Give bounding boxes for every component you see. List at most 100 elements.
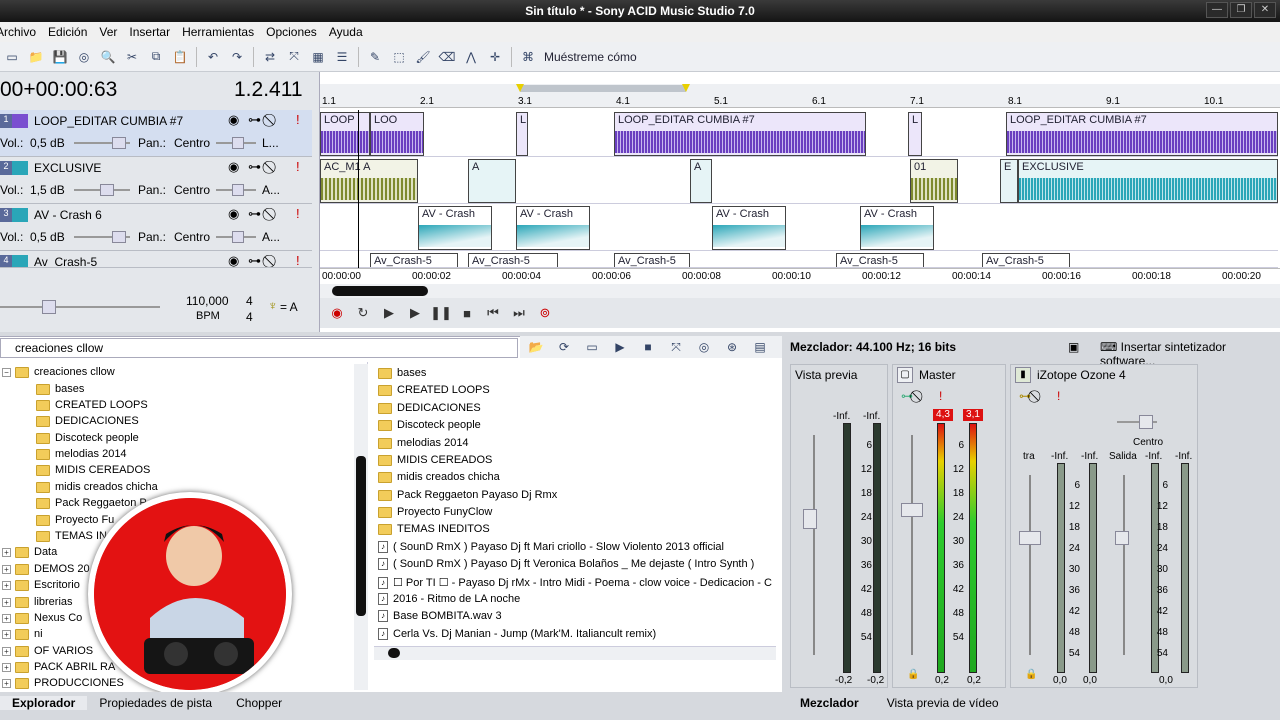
event-clip[interactable]: A <box>690 159 712 203</box>
time-signature-top[interactable]: 4 <box>246 294 253 308</box>
expand-icon[interactable]: + <box>2 547 11 557</box>
event-clip[interactable]: AV - Crash <box>418 206 492 250</box>
tree-item[interactable]: Discoteck people <box>36 432 139 444</box>
tree-item[interactable]: MIDIS CEREADOS <box>36 464 150 476</box>
list-item[interactable]: Discoteck people <box>378 419 481 431</box>
event-clip[interactable]: Av_Crash-5 <box>982 253 1070 267</box>
tree-item[interactable]: melodias 2014 <box>36 448 127 460</box>
event-clip[interactable]: Av_Crash-5 <box>836 253 924 267</box>
go-to-start-icon[interactable]: ⏮ <box>482 302 504 324</box>
preview-play-icon[interactable]: ▶ <box>610 337 630 357</box>
event-clip[interactable]: 01 <box>910 159 958 203</box>
stop-icon[interactable]: ■ <box>456 302 478 324</box>
fx-icon[interactable]: ⊶ <box>248 253 261 267</box>
menu-insertar[interactable]: Insertar <box>123 25 176 39</box>
loop-icon[interactable]: ↻ <box>352 302 374 324</box>
timeline-scrollbar[interactable] <box>320 284 1280 298</box>
solo-icon[interactable]: ! <box>296 112 300 127</box>
fx-icon[interactable]: ⊶ <box>248 112 261 128</box>
track-name[interactable]: AV - Crash 6 <box>34 208 102 222</box>
open-folder-icon[interactable]: 📁 <box>26 47 46 67</box>
new-file-icon[interactable]: ▭ <box>2 47 22 67</box>
tab-chopper[interactable]: Chopper <box>224 696 294 710</box>
lock-icon[interactable]: 🔒 <box>907 669 919 680</box>
volume-slider[interactable] <box>100 184 114 196</box>
solo-icon[interactable]: ! <box>296 206 300 221</box>
fx-icon[interactable]: ⊶ <box>248 206 261 222</box>
close-icon[interactable]: ✕ <box>1254 2 1276 18</box>
event-clip[interactable]: Av_Crash-5 <box>468 253 558 267</box>
minimize-icon[interactable]: — <box>1206 2 1228 18</box>
envelope-icon[interactable]: ⋀ <box>461 47 481 67</box>
bpm-value[interactable]: 110,000 <box>186 294 229 308</box>
track-header[interactable]: 3 AV - Crash 6 ◉ ⊶ ⃠ ! Vol.: 0,5 dB Pan.… <box>0 204 312 251</box>
fx-icon[interactable]: ⊶ <box>901 389 913 403</box>
tree-item[interactable]: + ni <box>2 628 43 640</box>
render-icon[interactable]: ◎ <box>74 47 94 67</box>
expand-icon[interactable]: + <box>2 629 11 639</box>
menu-ayuda[interactable]: Ayuda <box>323 25 369 39</box>
collapse-icon[interactable]: − <box>2 367 11 377</box>
tab-vista-previa-video[interactable]: Vista previa de vídeo <box>873 696 1013 710</box>
list-item[interactable]: ♪ Cerla Vs. Dj Manian - Jump (Mark'M. Ita… <box>378 628 656 640</box>
play-from-start-icon[interactable]: ▶ <box>378 302 400 324</box>
edit-tool-icon[interactable]: ⤧ <box>284 47 304 67</box>
fx-icon[interactable]: ⊶ <box>1019 389 1031 403</box>
list-item[interactable]: Proyecto FunyClow <box>378 506 492 518</box>
tree-scroll-thumb[interactable] <box>356 456 366 616</box>
list-item[interactable]: ♪ ( SounD RmX ) Payaso Dj ft Veronica Bol… <box>378 558 754 570</box>
volume-slider[interactable] <box>112 137 126 149</box>
list-item[interactable]: CREATED LOOPS <box>378 384 490 396</box>
pan-slider[interactable] <box>232 231 244 243</box>
tree-item[interactable]: DEDICACIONES <box>36 415 139 427</box>
tree-item[interactable]: + Escritorio <box>2 579 80 591</box>
event-clip[interactable]: Av_Crash-5 <box>370 253 458 267</box>
view-options-icon[interactable]: ▤ <box>750 337 770 357</box>
track-name[interactable]: EXCLUSIVE <box>34 161 101 175</box>
list-item[interactable]: bases <box>378 367 426 379</box>
master-settings-icon[interactable]: ▢ <box>897 367 913 383</box>
volume-slider[interactable] <box>112 231 126 243</box>
list-item[interactable]: ♪ 2016 - Ritmo de LA noche <box>378 593 520 605</box>
track-lane[interactable]: LOOP LOO L LOOP_EDITAR CUMBIA #7 L LOOP_… <box>320 110 1278 157</box>
preview-fader[interactable] <box>803 509 817 529</box>
pencil-icon[interactable]: ✎ <box>365 47 385 67</box>
solo-icon[interactable]: ! <box>296 253 300 267</box>
pan-slider[interactable] <box>232 137 244 149</box>
event-clip[interactable]: AC_M1 A <box>320 159 418 203</box>
list-item[interactable]: ♪ Base BOMBITA.wav 3 <box>378 610 502 622</box>
menu-opciones[interactable]: Opciones <box>260 25 323 39</box>
tree-item[interactable]: Proyecto Fu <box>36 514 114 526</box>
tree-item[interactable]: + PACK ABRIL RA <box>2 661 115 673</box>
track-name[interactable]: Av_Crash-5 <box>34 255 97 267</box>
zoom-icon[interactable]: 🔍 <box>98 47 118 67</box>
tree-item[interactable]: Pack Reggaeton P <box>36 497 147 509</box>
event-clip[interactable]: E <box>1000 159 1018 203</box>
fx-chain-label[interactable]: A... <box>262 230 280 244</box>
select-icon[interactable]: ⬚ <box>389 47 409 67</box>
plugin-icon[interactable]: ▮ <box>1015 367 1031 383</box>
project-key[interactable]: = A <box>280 300 298 314</box>
tree-item[interactable]: + DEMOS 20 <box>2 563 90 575</box>
event-clip[interactable]: LOOP_EDITAR CUMBIA #7 <box>1006 112 1278 156</box>
maximize-icon[interactable]: ❐ <box>1230 2 1252 18</box>
split-icon[interactable]: ✛ <box>485 47 505 67</box>
event-clip[interactable]: AV - Crash <box>516 206 590 250</box>
track-header[interactable]: 2 EXCLUSIVE ◉ ⊶ ⃠ ! Vol.: 1,5 dB Pan.: C… <box>0 157 312 204</box>
fx-chain-label[interactable]: A... <box>262 183 280 197</box>
list-item[interactable]: MIDIS CEREADOS <box>378 454 492 466</box>
list-item[interactable]: TEMAS INEDITOS <box>378 523 490 535</box>
list-item[interactable]: Pack Reggaeton Payaso Dj Rmx <box>378 489 557 501</box>
eraser-icon[interactable]: ⌫ <box>437 47 457 67</box>
timeline-scroll-thumb[interactable] <box>332 286 428 296</box>
play-icon[interactable]: ▶ <box>404 302 426 324</box>
time-signature-bottom[interactable]: 4 <box>246 310 253 324</box>
event-clip[interactable]: A <box>468 159 516 203</box>
undo-icon[interactable]: ↶ <box>203 47 223 67</box>
menu-archivo[interactable]: Archivo <box>0 25 42 39</box>
paste-icon[interactable]: 📋 <box>170 47 190 67</box>
event-clip[interactable]: LOO <box>370 112 424 156</box>
event-clip[interactable]: AV - Crash <box>860 206 934 250</box>
copy-icon[interactable]: ⧉ <box>146 47 166 67</box>
pan-slider[interactable] <box>232 184 244 196</box>
